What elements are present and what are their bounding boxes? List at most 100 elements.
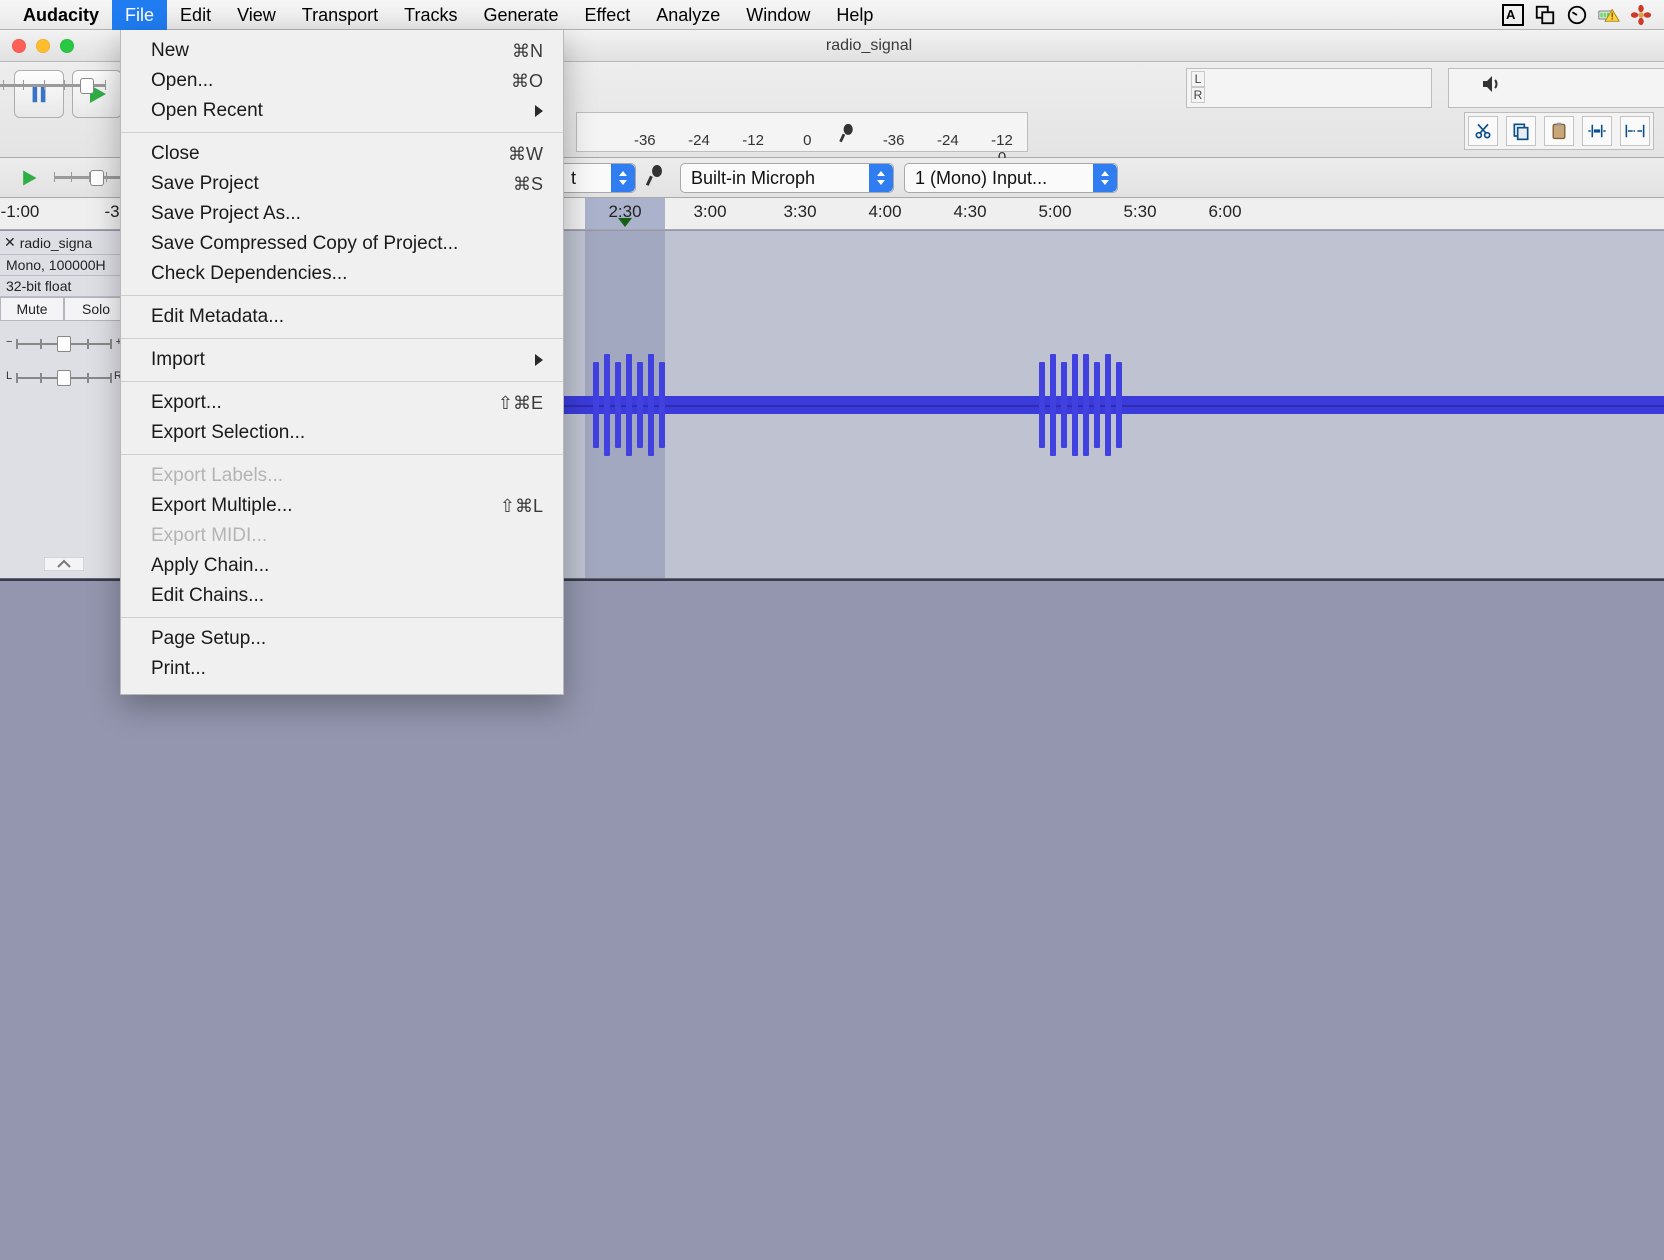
menu-item-label: Apply Chain... — [151, 555, 543, 577]
menu-tracks[interactable]: Tracks — [391, 0, 470, 30]
menu-item[interactable]: New⌘N — [121, 36, 563, 66]
edit-tool-icons — [1464, 112, 1654, 150]
cut-icon[interactable] — [1468, 116, 1498, 146]
track-bitdepth: 32-bit float — [0, 276, 128, 297]
silence-icon[interactable] — [1620, 116, 1650, 146]
menu-item-label: Check Dependencies... — [151, 263, 543, 285]
menu-item[interactable]: Save Compressed Copy of Project... — [121, 229, 563, 259]
ruler-label: 4:30 — [953, 202, 986, 222]
menu-item-label: Export MIDI... — [151, 525, 543, 547]
db-tick: -12 — [977, 132, 1027, 149]
menu-item[interactable]: Export...⇧⌘E — [121, 388, 563, 418]
chevron-right-icon — [535, 105, 543, 117]
menu-item[interactable]: Open...⌘O — [121, 66, 563, 96]
track-close-button[interactable]: ✕ — [4, 234, 16, 251]
track-pan-slider[interactable]: LR — [6, 367, 122, 389]
menu-item: Export MIDI... — [121, 521, 563, 551]
input-device-value: Built-in Microph — [691, 168, 815, 189]
input-device-select[interactable]: Built-in Microph — [680, 163, 894, 193]
menu-item-shortcut: ⌘W — [508, 144, 543, 165]
preview-play-button[interactable] — [14, 163, 44, 193]
battery-warning-icon[interactable] — [1598, 4, 1620, 26]
mic-icon — [839, 123, 861, 145]
zoom-window-button[interactable] — [60, 39, 74, 53]
playhead-marker[interactable] — [618, 218, 632, 227]
audio-host-value: t — [571, 168, 576, 189]
ruler-label: 5:00 — [1038, 202, 1071, 222]
db-tick: -24 — [674, 132, 724, 149]
menu-transport[interactable]: Transport — [289, 0, 391, 30]
audio-host-select[interactable]: t — [560, 163, 636, 193]
track-collapse-button[interactable] — [0, 557, 128, 574]
ruler-label: 3:00 — [693, 202, 726, 222]
menu-file[interactable]: File — [112, 0, 167, 30]
chevron-updown-icon — [1093, 164, 1117, 192]
menu-item[interactable]: Open Recent — [121, 96, 563, 126]
menu-item-label: Edit Metadata... — [151, 306, 543, 328]
menu-item[interactable]: Import — [121, 345, 563, 375]
playback-meter[interactable]: LR — [1186, 68, 1432, 108]
menu-item[interactable]: Edit Chains... — [121, 581, 563, 611]
close-window-button[interactable] — [12, 39, 26, 53]
menu-item-label: Save Compressed Copy of Project... — [151, 233, 543, 255]
menu-generate[interactable]: Generate — [470, 0, 571, 30]
menu-item[interactable]: Check Dependencies... — [121, 259, 563, 289]
input-channels-select[interactable]: 1 (Mono) Input... — [904, 163, 1118, 193]
ruler-label: 6:00 — [1208, 202, 1241, 222]
menu-item[interactable]: Export Selection... — [121, 418, 563, 448]
menu-item[interactable]: Page Setup... — [121, 624, 563, 654]
menu-item-label: Export Multiple... — [151, 495, 500, 517]
menu-item[interactable]: Edit Metadata... — [121, 302, 563, 332]
minimize-window-button[interactable] — [36, 39, 50, 53]
menu-item-label: Page Setup... — [151, 628, 543, 650]
app-menu[interactable]: Audacity — [10, 0, 112, 30]
chevron-updown-icon — [611, 164, 635, 192]
ruler-label: -1:00 — [1, 202, 40, 222]
menu-edit[interactable]: Edit — [167, 0, 224, 30]
paste-icon[interactable] — [1544, 116, 1574, 146]
menu-help[interactable]: Help — [823, 0, 886, 30]
trim-icon[interactable] — [1582, 116, 1612, 146]
menu-window[interactable]: Window — [733, 0, 823, 30]
menu-item[interactable]: Save Project⌘S — [121, 169, 563, 199]
ruler-label: -3 — [104, 202, 119, 222]
menu-item-label: New — [151, 40, 512, 62]
db-meter: -36 -24 -12 0 -36 -24 -12 0 — [576, 112, 1028, 152]
window-controls — [0, 39, 74, 53]
sync-icon[interactable] — [1534, 4, 1556, 26]
meter-l-label: L — [1191, 71, 1205, 87]
menu-item-label: Save Project As... — [151, 203, 543, 225]
mute-button[interactable]: Mute — [0, 297, 64, 321]
menu-item-label: Export Selection... — [151, 422, 543, 444]
menu-item-shortcut: ⇧⌘L — [500, 496, 543, 517]
db-tick: -36 — [620, 132, 670, 149]
output-volume-slider[interactable] — [0, 76, 106, 94]
track-name[interactable]: radio_signa — [20, 235, 92, 251]
solo-button[interactable]: Solo — [64, 297, 128, 321]
flower-icon[interactable] — [1630, 4, 1652, 26]
menu-item[interactable]: Save Project As... — [121, 199, 563, 229]
menu-item-label: Open... — [151, 70, 511, 92]
db-tick: -24 — [923, 132, 973, 149]
menu-analyze[interactable]: Analyze — [643, 0, 733, 30]
speaker-icon — [1480, 72, 1504, 101]
menu-effect[interactable]: Effect — [572, 0, 644, 30]
menu-item[interactable]: Print... — [121, 654, 563, 684]
waveform-burst — [593, 350, 665, 460]
menu-view[interactable]: View — [224, 0, 289, 30]
clock-icon[interactable] — [1566, 4, 1588, 26]
copy-icon[interactable] — [1506, 116, 1536, 146]
menu-item[interactable]: Apply Chain... — [121, 551, 563, 581]
menu-item-shortcut: ⌘N — [512, 41, 543, 62]
playback-speed-slider[interactable] — [54, 168, 124, 186]
menu-item-shortcut: ⌘O — [511, 71, 543, 92]
adobe-icon[interactable]: A — [1502, 4, 1524, 26]
track-gain-slider[interactable]: −+ — [6, 333, 122, 355]
db-tick: 0 — [782, 132, 832, 149]
menu-item[interactable]: Close⌘W — [121, 139, 563, 169]
file-menu-dropdown: New⌘NOpen...⌘OOpen RecentClose⌘WSave Pro… — [120, 30, 564, 695]
menu-item[interactable]: Export Multiple...⇧⌘L — [121, 491, 563, 521]
ruler-label: 5:30 — [1123, 202, 1156, 222]
menu-item-label: Print... — [151, 658, 543, 680]
db-tick: -12 — [728, 132, 778, 149]
